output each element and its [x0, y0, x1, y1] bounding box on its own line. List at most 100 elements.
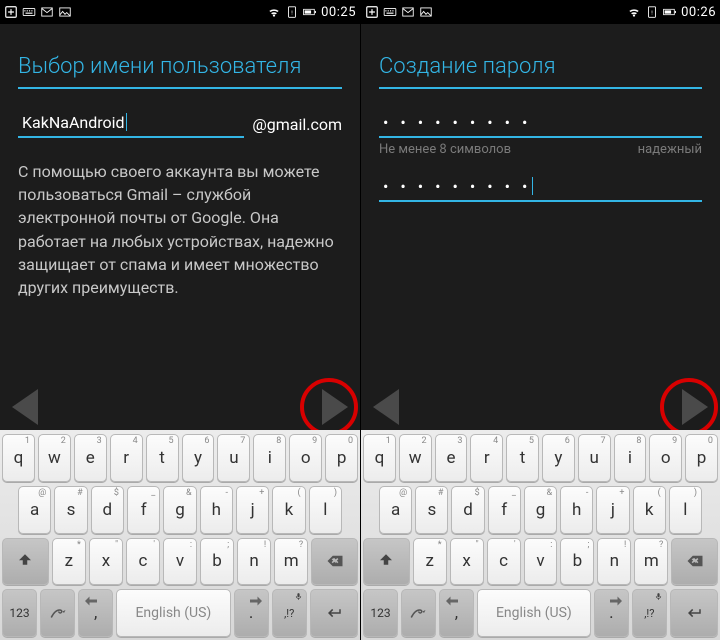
- enter-key[interactable]: [670, 589, 718, 637]
- status-bar: ! 00:26: [361, 0, 720, 24]
- key-x[interactable]: x": [450, 538, 484, 586]
- screen-username: ! 00:25 Выбор имени пользователя KakNaAn…: [0, 0, 360, 640]
- password-confirm-value: • • • • • • • • •: [383, 177, 531, 196]
- key-u[interactable]: u7: [217, 434, 250, 482]
- enter-key[interactable]: [310, 589, 358, 637]
- nav-row: [361, 389, 720, 425]
- key-i[interactable]: i8: [253, 434, 286, 482]
- soft-keyboard: q1w2e3r4t5y6u7i8o9p0 a@s#d$f_g&h-j+k(l) …: [0, 430, 360, 640]
- shift-key[interactable]: [2, 538, 49, 586]
- key-n[interactable]: n!: [597, 538, 631, 586]
- key-h[interactable]: h-: [560, 486, 593, 534]
- key-w[interactable]: w2: [38, 434, 71, 482]
- hint-minchars: Не менее 8 символов: [379, 142, 511, 157]
- key-j[interactable]: j+: [596, 486, 629, 534]
- key-d[interactable]: d$: [91, 486, 124, 534]
- text-cursor: [126, 113, 127, 131]
- battery-icon: [663, 5, 677, 19]
- key-z[interactable]: z*: [413, 538, 447, 586]
- key-i[interactable]: i8: [614, 434, 647, 482]
- key-l[interactable]: l): [309, 486, 342, 534]
- keyboard-icon: [22, 5, 36, 19]
- add-icon: [4, 5, 18, 19]
- key-e[interactable]: e3: [435, 434, 468, 482]
- key-y[interactable]: y6: [182, 434, 215, 482]
- svg-text:!: !: [291, 10, 293, 16]
- key-,[interactable]: ,: [78, 589, 113, 637]
- key-c[interactable]: c': [126, 538, 160, 586]
- key-,!?[interactable]: ,!?: [632, 589, 667, 637]
- key-w[interactable]: w2: [399, 434, 432, 482]
- key-u[interactable]: u7: [578, 434, 611, 482]
- swype-key[interactable]: [40, 589, 75, 637]
- key-f[interactable]: f_: [127, 486, 160, 534]
- key-f[interactable]: f_: [488, 486, 521, 534]
- key-t[interactable]: t5: [146, 434, 179, 482]
- key-,!?[interactable]: ,!?: [272, 589, 307, 637]
- back-button[interactable]: [12, 389, 38, 425]
- key-y[interactable]: y6: [542, 434, 575, 482]
- numbers-key[interactable]: 123: [363, 589, 398, 637]
- key-b[interactable]: b;: [560, 538, 594, 586]
- key-k[interactable]: k(: [633, 486, 666, 534]
- key-p[interactable]: p0: [325, 434, 358, 482]
- backspace-key[interactable]: [311, 538, 358, 586]
- key-.[interactable]: .: [234, 589, 269, 637]
- key-n[interactable]: n!: [237, 538, 271, 586]
- key-k[interactable]: k(: [272, 486, 305, 534]
- shift-key[interactable]: [363, 538, 410, 586]
- key-c[interactable]: c': [487, 538, 521, 586]
- key-.[interactable]: .: [594, 589, 629, 637]
- space-key[interactable]: English (US): [116, 589, 230, 637]
- content-area: Создание пароля • • • • • • • • • Не мен…: [361, 24, 720, 202]
- key-g[interactable]: g&: [163, 486, 196, 534]
- sim-icon: !: [285, 5, 299, 19]
- key-s[interactable]: s#: [54, 486, 87, 534]
- key-r[interactable]: r4: [110, 434, 143, 482]
- clock: 00:25: [321, 5, 356, 20]
- sim-icon: !: [645, 5, 659, 19]
- key-a[interactable]: a@: [18, 486, 51, 534]
- swype-key[interactable]: [401, 589, 436, 637]
- backspace-key[interactable]: [671, 538, 718, 586]
- key-p[interactable]: p0: [685, 434, 718, 482]
- key-v[interactable]: v:: [163, 538, 197, 586]
- password-confirm-input[interactable]: • • • • • • • • •: [379, 175, 702, 202]
- key-x[interactable]: x": [89, 538, 123, 586]
- key-q[interactable]: q1: [363, 434, 396, 482]
- key-r[interactable]: r4: [470, 434, 503, 482]
- next-button[interactable]: [322, 389, 348, 425]
- key-d[interactable]: d$: [451, 486, 484, 534]
- key-m[interactable]: m?: [274, 538, 308, 586]
- key-l[interactable]: l): [669, 486, 702, 534]
- wifi-icon: [267, 5, 281, 19]
- key-,[interactable]: ,: [439, 589, 474, 637]
- key-o[interactable]: o9: [649, 434, 682, 482]
- content-area: Выбор имени пользователя KakNaAndroid @g…: [0, 24, 360, 299]
- back-button[interactable]: [373, 389, 399, 425]
- key-j[interactable]: j+: [236, 486, 269, 534]
- key-o[interactable]: o9: [289, 434, 322, 482]
- key-z[interactable]: z*: [52, 538, 86, 586]
- soft-keyboard: q1w2e3r4t5y6u7i8o9p0 a@s#d$f_g&h-j+k(l) …: [361, 430, 720, 640]
- username-input[interactable]: KakNaAndroid: [18, 111, 244, 138]
- key-b[interactable]: b;: [200, 538, 234, 586]
- email-suffix: @gmail.com: [252, 115, 342, 138]
- numbers-key[interactable]: 123: [2, 589, 37, 637]
- key-s[interactable]: s#: [415, 486, 448, 534]
- space-key[interactable]: English (US): [477, 589, 591, 637]
- key-a[interactable]: a@: [379, 486, 412, 534]
- password-input[interactable]: • • • • • • • • •: [379, 111, 702, 138]
- mail-icon: [401, 5, 415, 19]
- key-v[interactable]: v:: [524, 538, 558, 586]
- key-q[interactable]: q1: [2, 434, 35, 482]
- nav-row: [0, 389, 360, 425]
- username-value: KakNaAndroid: [22, 113, 125, 132]
- key-t[interactable]: t5: [506, 434, 539, 482]
- next-button[interactable]: [682, 389, 708, 425]
- keyboard-icon: [383, 5, 397, 19]
- key-g[interactable]: g&: [524, 486, 557, 534]
- key-m[interactable]: m?: [634, 538, 668, 586]
- key-e[interactable]: e3: [74, 434, 107, 482]
- key-h[interactable]: h-: [200, 486, 233, 534]
